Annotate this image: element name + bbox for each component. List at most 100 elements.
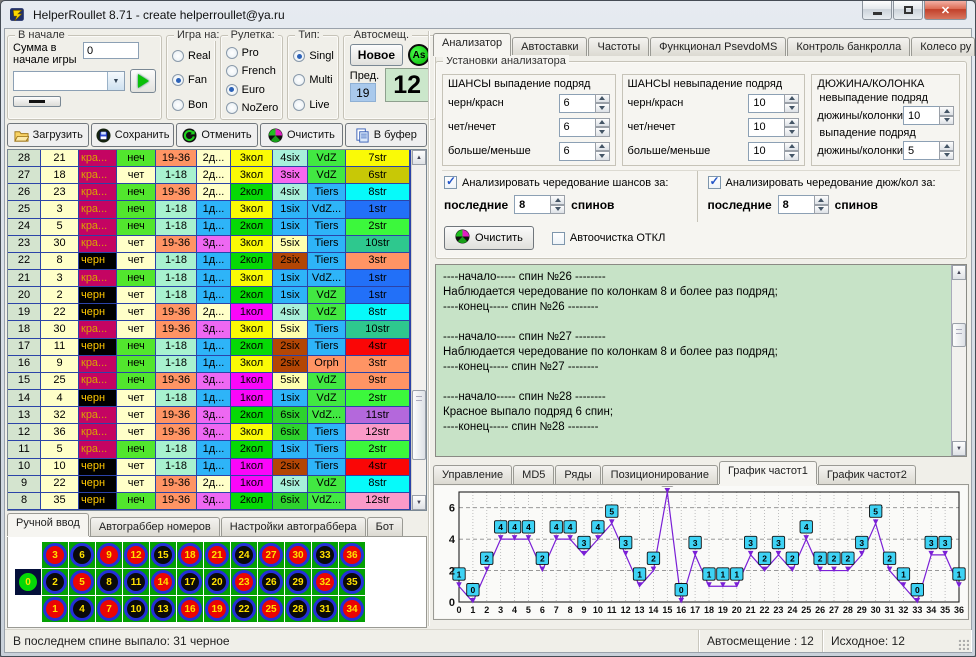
radio-type-1[interactable]: Multi [293,74,333,86]
tab-bottom-5[interactable]: График частот2 [818,465,916,484]
radio-type-0[interactable]: Singl [293,50,333,62]
table-row[interactable]: 2718кра...чет1-182д...3кол3sixVdZ6str [8,167,410,184]
num-2[interactable]: 2 [42,569,68,595]
spinner-down-button[interactable] [595,151,610,161]
spinner-down-button[interactable] [784,103,799,113]
table-row[interactable]: 2821кра...неч19-362д...3кол4sixVdZ7str [8,150,410,167]
num-31[interactable]: 31 [312,596,338,622]
num-14[interactable]: 14 [150,569,176,595]
num-23[interactable]: 23 [231,569,257,595]
radio-roulette-1[interactable]: French [226,65,279,77]
num-21[interactable]: 21 [204,542,230,568]
spinner-up-button[interactable] [595,142,610,152]
tab-analyzer-1[interactable]: Автоставки [512,37,587,56]
num-36[interactable]: 36 [339,542,365,568]
analyze-chances-checkbox[interactable] [444,176,457,189]
scroll-down-icon[interactable]: ▼ [952,441,966,456]
table-row[interactable]: 1332кра...чет19-363д...2кол6sixVdZ...11s… [8,407,410,424]
num-26[interactable]: 26 [258,569,284,595]
toolbar-folder-open-button[interactable]: Загрузить [7,123,89,147]
num-18[interactable]: 18 [177,542,203,568]
tab-analyzer-3[interactable]: Функционал PsevdoMS [650,37,786,56]
radio-roulette-0[interactable]: Pro [226,47,279,59]
spinner-value[interactable]: 8 [514,195,550,214]
spinner-value[interactable]: 10 [748,142,784,161]
num-10[interactable]: 10 [123,596,149,622]
tab-input-2[interactable]: Настройки автограббера [221,517,366,536]
as-button[interactable]: As [408,44,430,66]
scroll-thumb[interactable] [952,323,966,347]
table-row[interactable]: 144чернчет1-181д...1кол1sixVdZ2str [8,390,410,407]
spinner-up-button[interactable] [784,94,799,104]
scroll-up-icon[interactable]: ▲ [952,265,966,280]
analyze-dozens-checkbox[interactable] [708,176,721,189]
play-button[interactable] [130,69,156,93]
table-row[interactable]: 835черннеч19-363д...2кол6sixVdZ...12str [8,493,410,510]
radio-type-2[interactable]: Live [293,99,333,111]
spinner-up-button[interactable] [939,141,954,151]
scroll-down-icon[interactable]: ▼ [412,495,426,510]
tab-input-0[interactable]: Ручной ввод [7,513,89,536]
num-32[interactable]: 32 [312,569,338,595]
num-9[interactable]: 9 [96,542,122,568]
spinner-down-button[interactable] [939,151,954,161]
table-row[interactable]: 1525кра...неч19-363д...1кол5sixVdZ9str [8,373,410,390]
spinner-up-button[interactable] [784,118,799,128]
title-bar[interactable]: HelperRoullet 8.71 - create helperroulle… [1,1,975,28]
spinner-value[interactable]: 10 [748,94,784,113]
spinner-down-button[interactable] [939,116,954,126]
chevron-down-icon[interactable]: ▼ [107,72,124,90]
table-row[interactable]: 115кра...неч1-181д...2кол1sixTiers2str [8,441,410,458]
table-row[interactable]: 169кра...неч1-181д...3кол2sixOrph3str [8,356,410,373]
num-19[interactable]: 19 [204,596,230,622]
spinner-value[interactable]: 8 [778,195,814,214]
scroll-thumb[interactable] [412,390,426,460]
num-8[interactable]: 8 [96,569,122,595]
spinner-down-button[interactable] [550,205,565,215]
spinner-up-button[interactable] [939,106,954,116]
spinner-up-button[interactable] [595,94,610,104]
table-row[interactable]: 253кра...неч1-181д...3кол1sixVdZ...1str [8,201,410,218]
radio-roulette-2[interactable]: Euro [226,84,279,96]
clear-analyzer-button[interactable]: Очистить [444,226,534,250]
num-15[interactable]: 15 [150,542,176,568]
num-13[interactable]: 13 [150,596,176,622]
table-row[interactable]: 213кра...неч1-181д...3кол1sixVdZ...1str [8,270,410,287]
radio-game-2[interactable]: Bon [172,99,211,111]
spinner-value[interactable]: 6 [559,118,595,137]
tab-analyzer-0[interactable]: Анализатор [433,33,511,56]
num-27[interactable]: 27 [258,542,284,568]
num-6[interactable]: 6 [69,542,95,568]
radio-roulette-3[interactable]: NoZero [226,102,279,114]
spinner-down-button[interactable] [784,151,799,161]
spinner-up-button[interactable] [784,142,799,152]
num-33[interactable]: 33 [312,542,338,568]
num-30[interactable]: 30 [285,542,311,568]
sum-input[interactable] [83,42,139,59]
resize-grip[interactable] [957,638,969,650]
new-button[interactable]: Новое [350,44,403,66]
spinner-up-button[interactable] [595,118,610,128]
spinner-down-button[interactable] [784,127,799,137]
num-17[interactable]: 17 [177,569,203,595]
num-25[interactable]: 25 [258,596,284,622]
num-24[interactable]: 24 [231,542,257,568]
minimize-button[interactable] [862,1,892,20]
close-button[interactable]: ✕ [924,1,967,20]
num-12[interactable]: 12 [123,542,149,568]
num-22[interactable]: 22 [231,596,257,622]
spinner-value[interactable]: 10 [748,118,784,137]
num-5[interactable]: 5 [69,569,95,595]
table-row[interactable]: 2330кра...чет19-363д...3кол5sixTiers10st… [8,236,410,253]
tab-bottom-3[interactable]: Позиционирование [602,465,718,484]
num-16[interactable]: 16 [177,596,203,622]
table-row[interactable]: 1236кра...чет19-363д...3кол6sixTiers12st… [8,424,410,441]
spinner-up-button[interactable] [814,195,829,205]
toolbar-floppy-button[interactable]: Сохранить [91,123,173,147]
tab-bottom-2[interactable]: Ряды [555,465,600,484]
num-0[interactable]: 0 [15,569,41,595]
spinner-down-button[interactable] [595,127,610,137]
tab-input-3[interactable]: Бот [367,517,403,536]
table-row[interactable]: 1711черннеч1-181д...2кол2sixTiers4str [8,339,410,356]
tab-bottom-1[interactable]: MD5 [513,465,554,484]
